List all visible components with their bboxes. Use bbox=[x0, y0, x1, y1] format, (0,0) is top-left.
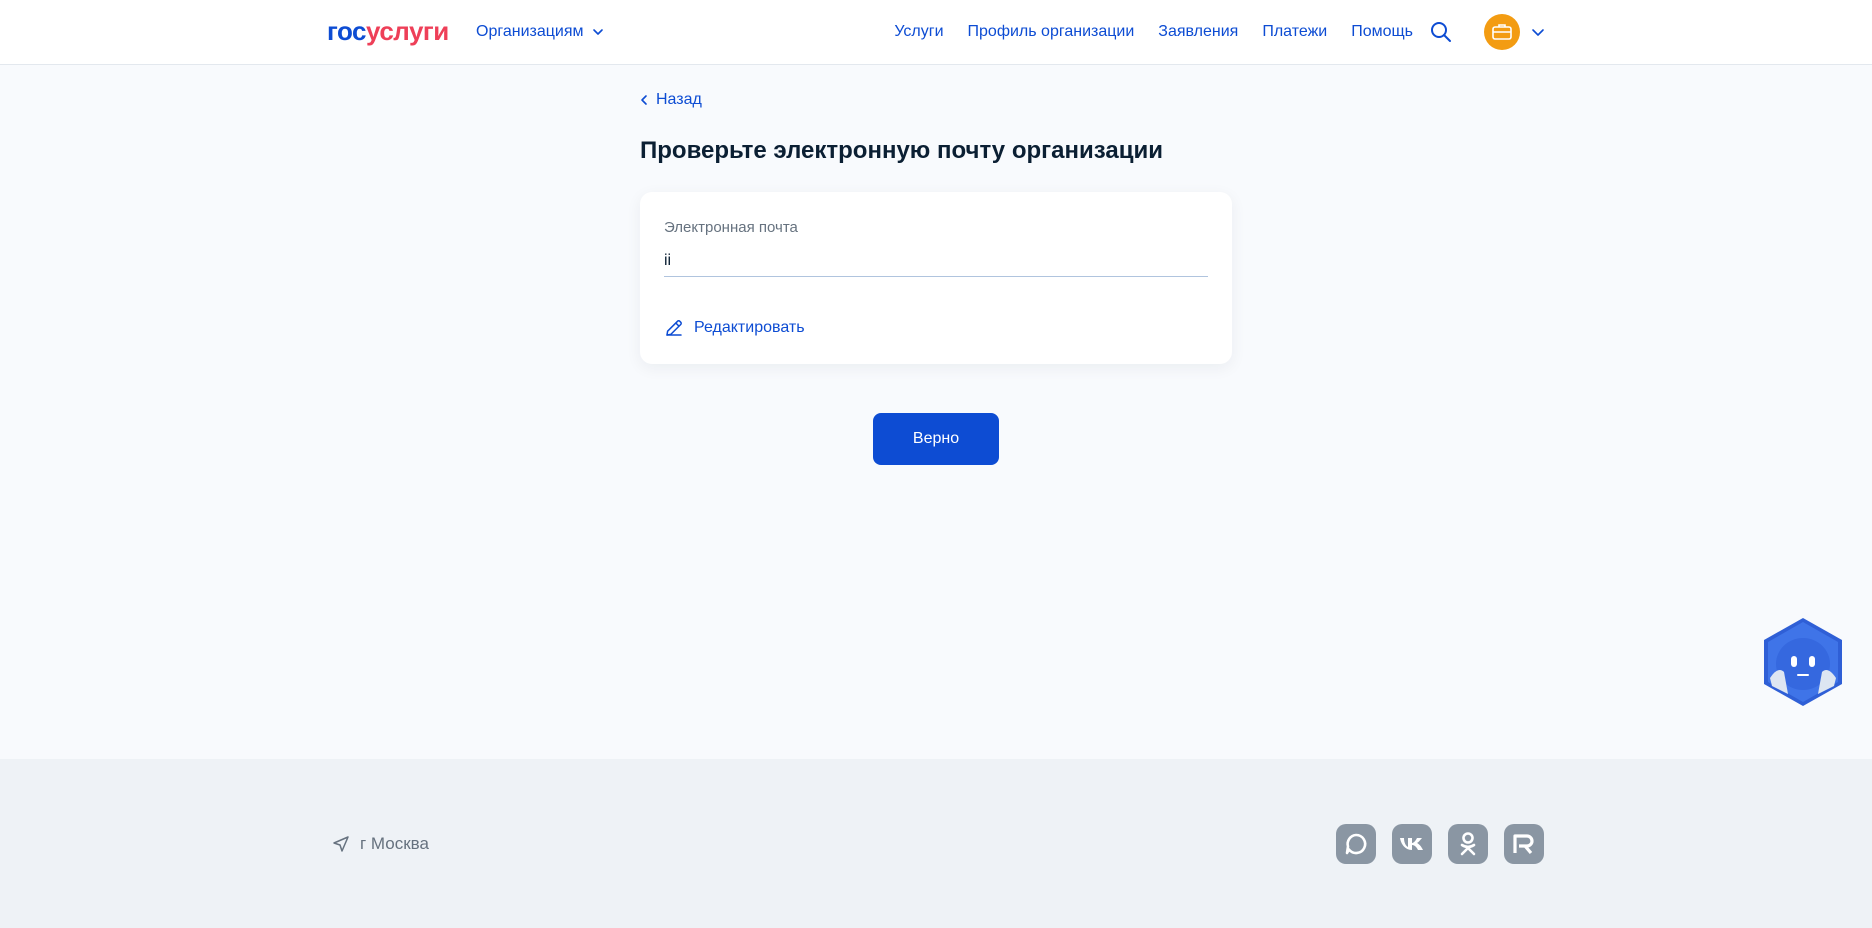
nav-services[interactable]: Услуги bbox=[894, 21, 943, 43]
nav-payments[interactable]: Платежи bbox=[1262, 21, 1327, 43]
nav-organization-profile[interactable]: Профиль организации bbox=[968, 21, 1135, 43]
vk-icon[interactable] bbox=[1392, 824, 1432, 864]
organizations-menu-label: Организациям bbox=[476, 23, 584, 40]
location-selector[interactable]: г Москва bbox=[332, 833, 429, 855]
logo-part-1: гос bbox=[327, 16, 367, 46]
back-link-label: Назад bbox=[656, 91, 702, 108]
email-field[interactable] bbox=[664, 246, 1208, 277]
max-glyph bbox=[1345, 833, 1367, 855]
chevron-left-icon bbox=[641, 95, 647, 105]
rutube-glyph bbox=[1513, 834, 1534, 855]
rutube-icon[interactable] bbox=[1504, 824, 1544, 864]
max-icon[interactable] bbox=[1336, 824, 1376, 864]
location-label: г Москва bbox=[360, 834, 429, 853]
pencil-icon bbox=[666, 320, 682, 336]
nav-applications[interactable]: Заявления bbox=[1158, 21, 1238, 43]
page-title: Проверьте электронную почту организации bbox=[640, 137, 1163, 164]
email-card: Электронная почта Редактировать bbox=[640, 192, 1232, 364]
robot-assistant-icon[interactable] bbox=[1760, 616, 1846, 708]
main-nav: Услуги Профиль организации Заявления Пла… bbox=[894, 21, 1413, 43]
organization-avatar[interactable] bbox=[1484, 14, 1520, 50]
avatar-chevron-down-icon[interactable] bbox=[1530, 24, 1546, 40]
organizations-menu[interactable]: Организациям bbox=[476, 21, 604, 43]
edit-button-label: Редактировать bbox=[694, 319, 805, 336]
email-field-label: Электронная почта bbox=[664, 219, 798, 236]
confirm-button[interactable]: Верно bbox=[873, 413, 999, 465]
search-icon[interactable] bbox=[1429, 20, 1453, 44]
social-links bbox=[1336, 824, 1544, 864]
edit-button[interactable]: Редактировать bbox=[664, 317, 805, 339]
vk-glyph bbox=[1400, 838, 1423, 850]
ok-glyph bbox=[1460, 832, 1476, 856]
chevron-down-icon bbox=[592, 29, 603, 35]
robot-assistant-graphic bbox=[1764, 618, 1842, 706]
logo-part-2: услуги bbox=[366, 16, 449, 46]
header: госуслуги Организациям Услуги Профиль ор… bbox=[0, 0, 1872, 65]
ok-icon[interactable] bbox=[1448, 824, 1488, 864]
briefcase-icon bbox=[1492, 24, 1512, 40]
gosuslugi-logo[interactable]: госуслуги bbox=[327, 16, 449, 46]
footer: г Москва bbox=[0, 759, 1872, 928]
location-arrow-icon bbox=[333, 836, 349, 852]
nav-help[interactable]: Помощь bbox=[1351, 21, 1413, 43]
back-link[interactable]: Назад bbox=[640, 89, 702, 111]
